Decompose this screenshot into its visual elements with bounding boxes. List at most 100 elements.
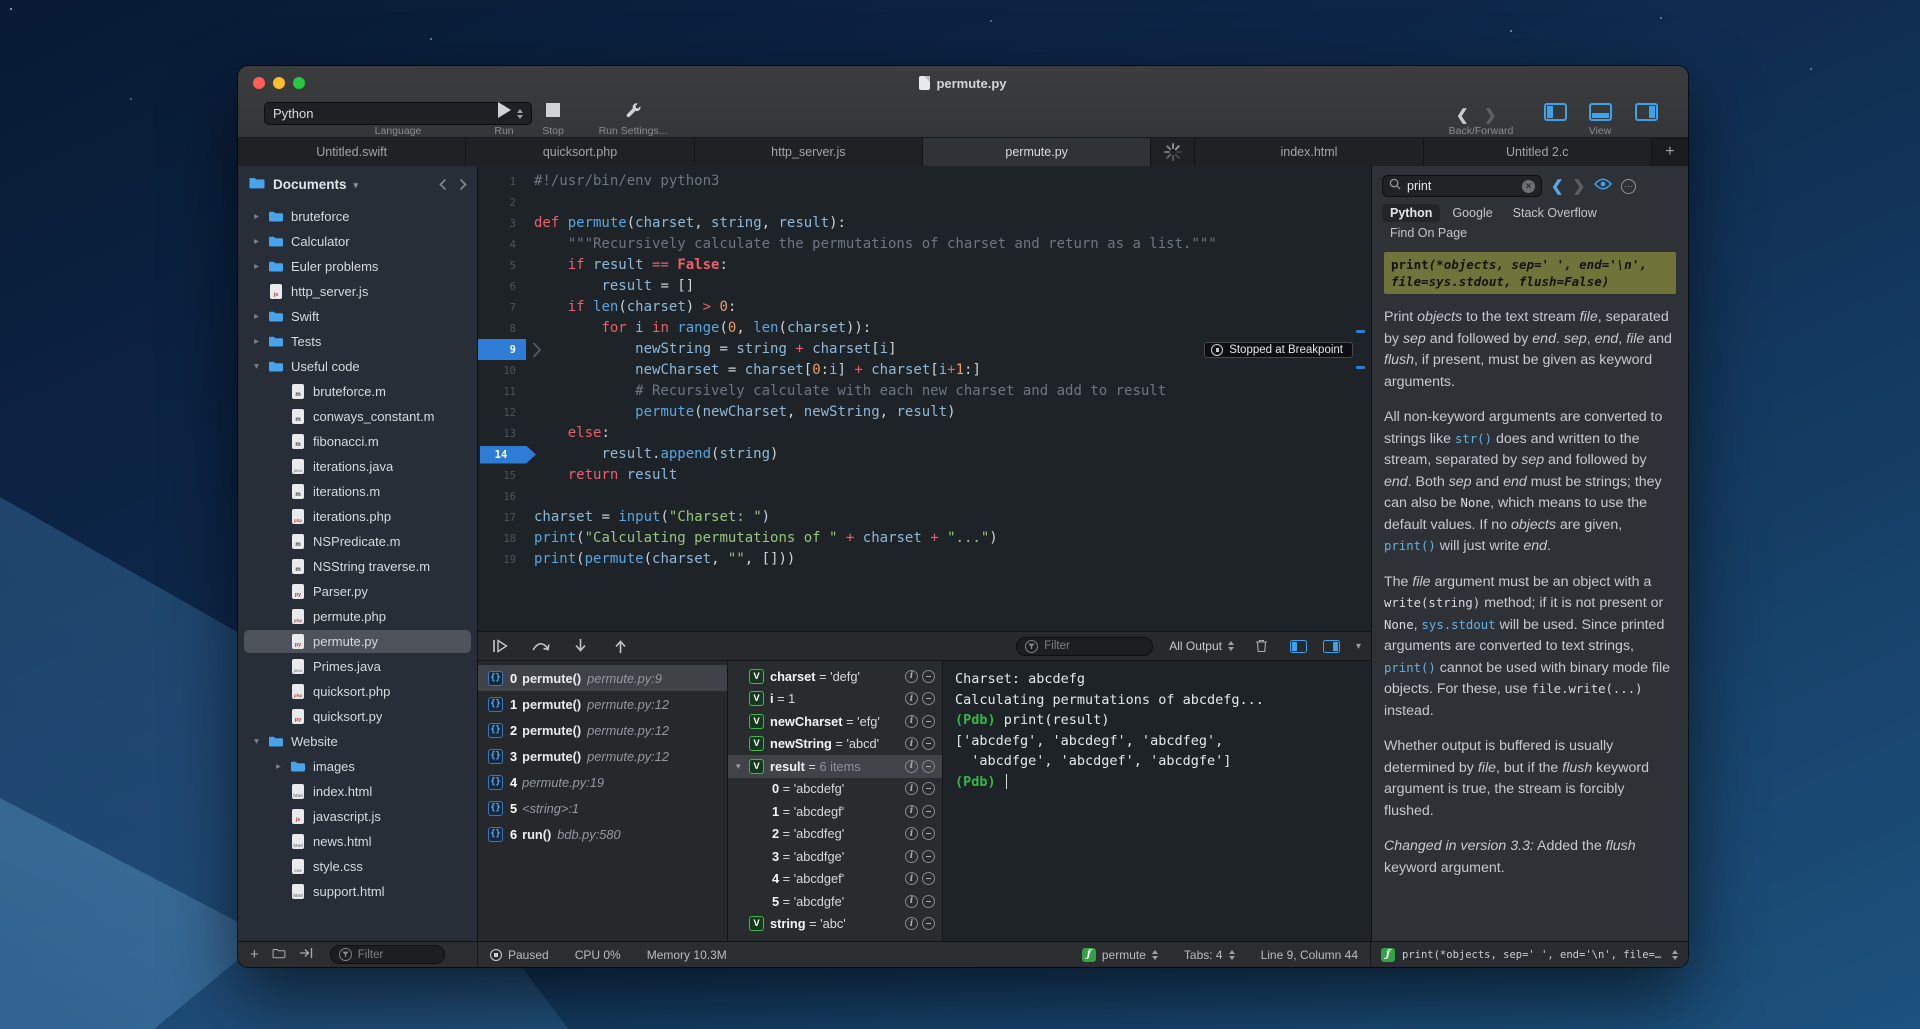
- file-tree-item[interactable]: ▸ bruteforce: [238, 204, 477, 229]
- variable-row[interactable]: 5 = 'abcdgfe' i: [728, 890, 942, 913]
- file-tree-item[interactable]: m iterations.m: [238, 479, 477, 504]
- remove-icon[interactable]: [922, 894, 935, 908]
- file-tree-item[interactable]: py Parser.py: [238, 579, 477, 604]
- file-tree-item[interactable]: js http_server.js: [238, 279, 477, 304]
- file-tree-item[interactable]: html index.html: [238, 779, 477, 804]
- docs-forward-button[interactable]: ❯: [1573, 177, 1586, 195]
- info-icon[interactable]: i: [905, 849, 918, 863]
- variable-row[interactable]: 2 = 'abcdfeg' i: [728, 823, 942, 846]
- tab-http-server-js[interactable]: http_server.js: [694, 138, 923, 166]
- docs-search-input[interactable]: [1407, 179, 1507, 193]
- tabs-count-selector[interactable]: Tabs: 4: [1184, 948, 1235, 962]
- variable-row[interactable]: Vi = 1i: [728, 688, 942, 711]
- remove-icon[interactable]: [922, 782, 935, 796]
- code-editor[interactable]: 1 #!/usr/bin/env python3 2 3 def permute(cha…: [478, 166, 1371, 631]
- console-filter[interactable]: [1016, 636, 1154, 656]
- stack-frame[interactable]: {} 1 permute() permute.py:12: [478, 691, 727, 717]
- file-tree-item[interactable]: ▸ Euler problems: [238, 254, 477, 279]
- info-icon[interactable]: i: [905, 917, 918, 931]
- add-tab-button[interactable]: +: [1652, 138, 1688, 166]
- gutter-line-1[interactable]: 1: [478, 171, 526, 192]
- remove-icon[interactable]: [922, 714, 935, 728]
- remove-icon[interactable]: [922, 917, 935, 931]
- info-icon[interactable]: i: [905, 782, 918, 796]
- docs-tab-stack-overflow[interactable]: Stack Overflow: [1505, 204, 1605, 222]
- gutter-line-18[interactable]: 18: [478, 528, 526, 549]
- docs-more-button[interactable]: ⋯: [1621, 178, 1637, 194]
- gutter-line-17[interactable]: 17: [478, 507, 526, 528]
- gutter-line-8[interactable]: 8: [478, 318, 526, 339]
- step-into-button[interactable]: [568, 638, 592, 654]
- variable-row[interactable]: 0 = 'abcdefg' i: [728, 778, 942, 801]
- gutter-line-7[interactable]: 7: [478, 297, 526, 318]
- step-over-button[interactable]: [528, 639, 552, 654]
- remove-icon[interactable]: [922, 827, 935, 841]
- tab-untitled-2-c[interactable]: Untitled 2.c: [1423, 138, 1652, 166]
- console-filter-input[interactable]: [1044, 640, 1145, 652]
- docs-search-field[interactable]: ✕: [1382, 175, 1542, 197]
- file-tree-item[interactable]: ▸ Calculator: [238, 229, 477, 254]
- stack-frame[interactable]: {} 4 permute.py:19: [478, 769, 727, 795]
- file-tree-item[interactable]: ▸ Swift: [238, 304, 477, 329]
- gutter-line-2[interactable]: 2: [478, 192, 526, 213]
- file-tree-item[interactable]: ▸ Tests: [238, 329, 477, 354]
- variable-row[interactable]: ▾ Vresult = 6 items i: [728, 755, 942, 778]
- variable-row[interactable]: Vstring = 'abc' i: [728, 913, 942, 936]
- gutter-line-12[interactable]: 12: [478, 402, 526, 423]
- gutter-line-13[interactable]: 13: [478, 423, 526, 444]
- info-icon[interactable]: i: [905, 714, 918, 728]
- file-tree-item[interactable]: css style.css: [238, 854, 477, 879]
- gutter-line-16[interactable]: 16: [478, 486, 526, 507]
- file-tree-item[interactable]: java Primes.java: [238, 654, 477, 679]
- remove-icon[interactable]: [922, 759, 935, 773]
- remove-icon[interactable]: [922, 669, 935, 683]
- docs-tab-find-on-page[interactable]: Find On Page: [1382, 224, 1475, 242]
- clear-console-button[interactable]: [1250, 639, 1274, 653]
- docs-eye-button[interactable]: [1594, 177, 1613, 195]
- tab-permute-py[interactable]: permute.py: [922, 138, 1152, 166]
- step-out-button[interactable]: [608, 638, 632, 654]
- remove-icon[interactable]: [922, 849, 935, 863]
- file-tree-item[interactable]: py permute.py: [238, 629, 477, 654]
- stack-frame[interactable]: {} 5 <string>:1: [478, 795, 727, 821]
- gutter-line-9[interactable]: 9: [478, 339, 542, 360]
- tree-back-button[interactable]: [439, 178, 447, 191]
- variable-row[interactable]: Vcharset = 'defg' i: [728, 665, 942, 688]
- run-settings-button[interactable]: [613, 102, 653, 119]
- clear-search-icon[interactable]: ✕: [1522, 179, 1535, 193]
- file-tree-item[interactable]: ▾ Useful code: [238, 354, 477, 379]
- add-file-button[interactable]: +: [250, 946, 259, 963]
- gutter-line-11[interactable]: 11: [478, 381, 526, 402]
- remove-icon[interactable]: [922, 737, 935, 751]
- view-toggle-console[interactable]: [1589, 103, 1612, 121]
- continue-button[interactable]: [488, 638, 512, 654]
- file-tree-item[interactable]: html support.html: [238, 879, 477, 904]
- gutter-line-4[interactable]: 4: [478, 234, 526, 255]
- forward-button[interactable]: ❯: [1484, 106, 1497, 124]
- console-layout-right-toggle[interactable]: [1322, 639, 1340, 653]
- file-tree-item[interactable]: m conways_constant.m: [238, 404, 477, 429]
- console-layout-left-toggle[interactable]: [1289, 639, 1307, 653]
- output-select[interactable]: All Output: [1169, 639, 1234, 653]
- function-selector[interactable]: ƒ permute: [1081, 947, 1158, 962]
- tab-index-html[interactable]: index.html: [1195, 138, 1424, 166]
- documents-header[interactable]: Documents ▾: [238, 166, 477, 202]
- remove-icon[interactable]: [922, 872, 935, 886]
- file-tree-item[interactable]: html news.html: [238, 829, 477, 854]
- new-folder-button[interactable]: [272, 948, 286, 962]
- reveal-file-button[interactable]: [299, 947, 313, 962]
- info-icon[interactable]: i: [905, 804, 918, 818]
- collapse-console-button[interactable]: ▾: [1356, 641, 1361, 652]
- remove-icon[interactable]: [922, 692, 935, 706]
- stack-frame[interactable]: {} 0 permute() permute.py:9: [478, 665, 727, 691]
- info-icon[interactable]: i: [905, 692, 918, 706]
- info-icon[interactable]: i: [905, 894, 918, 908]
- variable-row[interactable]: VnewString = 'abcd' i: [728, 733, 942, 756]
- stack-frame[interactable]: {} 2 permute() permute.py:12: [478, 717, 727, 743]
- variable-row[interactable]: VnewCharset = 'efg' i: [728, 710, 942, 733]
- docs-back-button[interactable]: ❮: [1551, 177, 1564, 195]
- file-tree-item[interactable]: py quicksort.py: [238, 704, 477, 729]
- file-tree-item[interactable]: m NSString traverse.m: [238, 554, 477, 579]
- variable-row[interactable]: 3 = 'abcdfge' i: [728, 845, 942, 868]
- info-icon[interactable]: i: [905, 759, 918, 773]
